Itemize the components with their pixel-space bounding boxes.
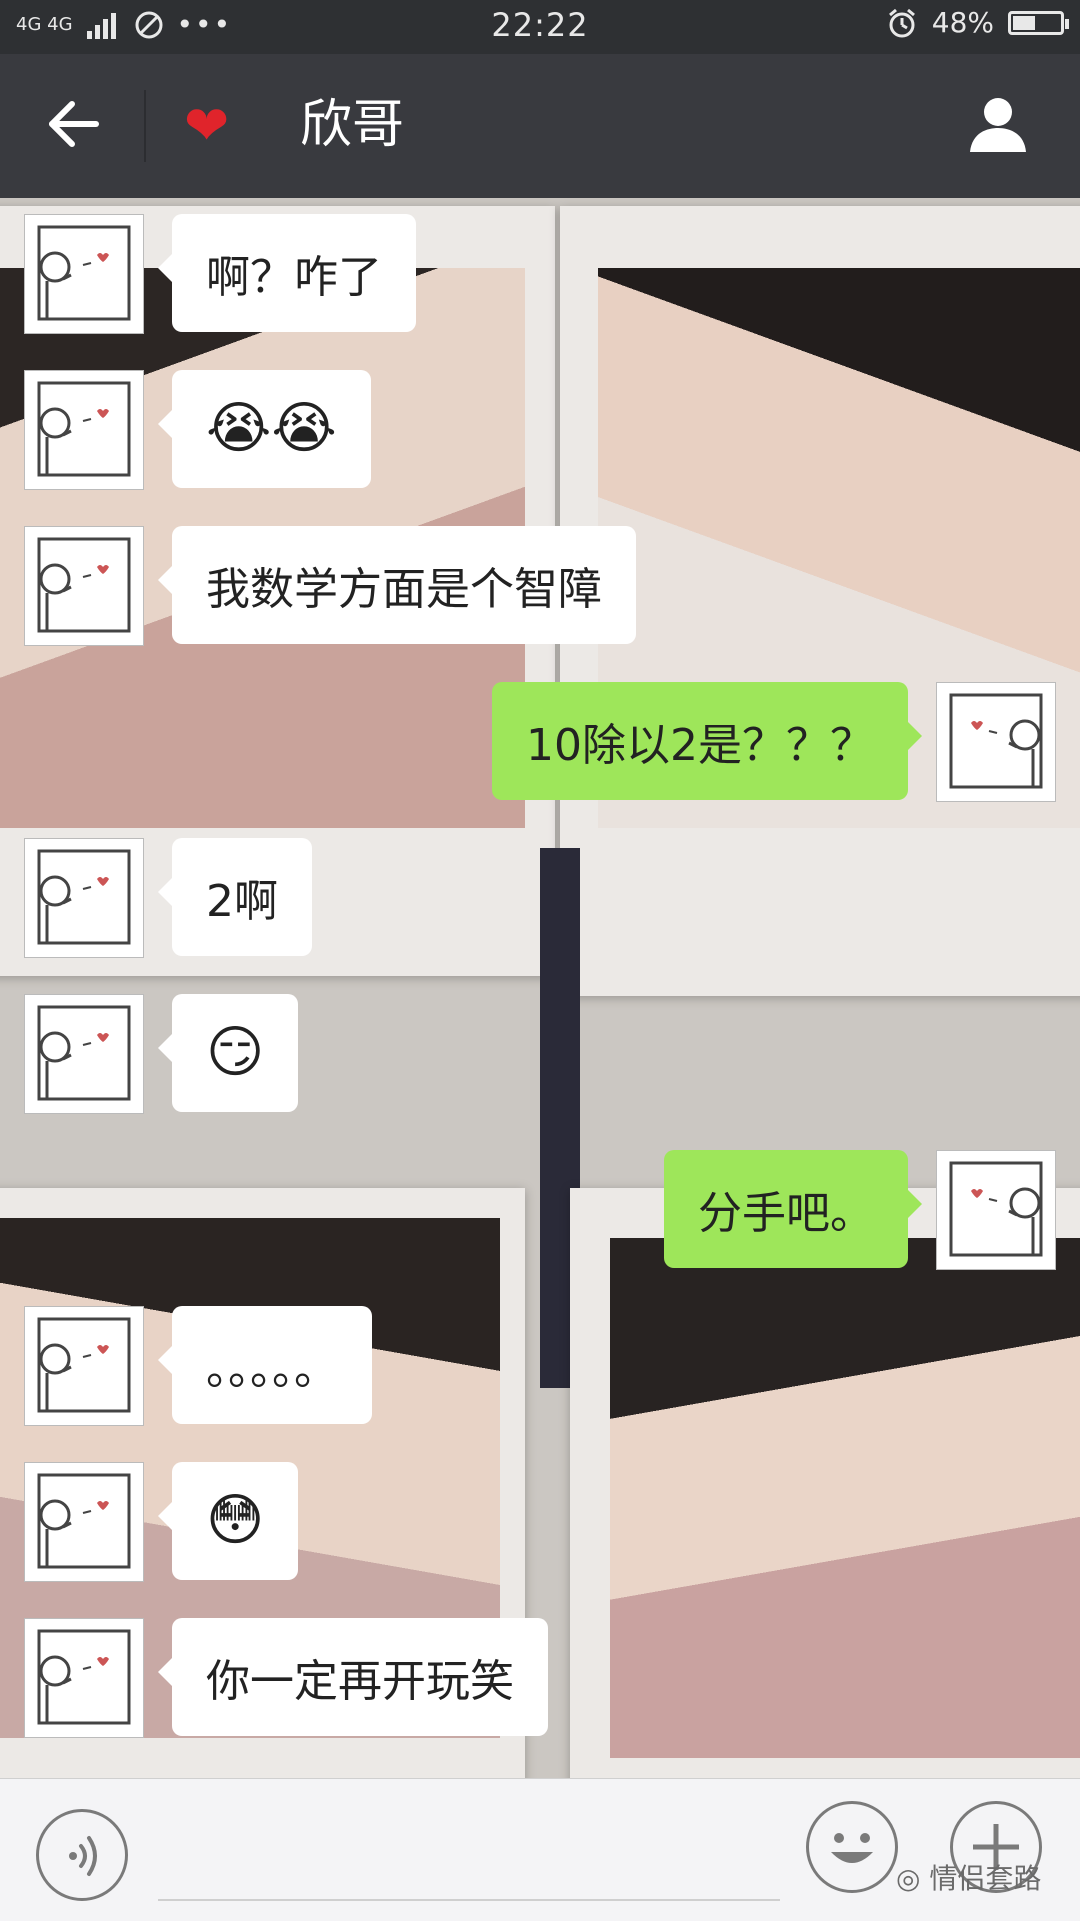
contact-info-button[interactable] (966, 92, 1030, 156)
back-button[interactable] (44, 94, 104, 154)
message-outgoing: 分手吧。 (664, 1150, 1056, 1270)
message-incoming: 😳 (24, 1462, 299, 1582)
status-bar: 4G 4G ••• 22:22 48% (0, 0, 1080, 54)
contact-avatar[interactable] (24, 370, 144, 490)
message-incoming: 😏 (24, 994, 299, 1114)
message-text: 你一定再开玩笑 (206, 1656, 514, 1707)
message-text: 10除以2是？？？ (526, 720, 874, 771)
doodle-avatar-icon (37, 849, 131, 945)
watermark: ◎ 情侣套路 (896, 1857, 1041, 1897)
message-emoji: 😳 (206, 1488, 265, 1553)
message-bubble[interactable]: 2啊 (158, 838, 312, 956)
message-bubble[interactable]: 😏 (157, 994, 299, 1112)
message-incoming: 。。。。。 (24, 1306, 372, 1426)
message-bubble[interactable]: 10除以2是？？？ (492, 682, 922, 800)
contact-avatar[interactable] (24, 994, 144, 1114)
doodle-avatar-icon (37, 225, 131, 321)
contact-avatar[interactable] (24, 1462, 144, 1582)
doodle-avatar-icon (37, 1317, 131, 1413)
heart-icon: ❤ (184, 94, 230, 157)
wallpaper-photo (610, 1238, 1080, 1758)
battery-fill (1013, 15, 1035, 30)
chat-title: 欣哥 (300, 95, 405, 155)
message-incoming: 你一定再开玩笑 (24, 1618, 548, 1738)
message-text: 分手吧。 (698, 1188, 874, 1239)
alarm-icon (888, 8, 915, 37)
battery-icon (1008, 10, 1069, 35)
voice-input-button[interactable] (36, 1809, 128, 1901)
message-incoming: 😭😭 (24, 370, 371, 490)
message-bubble[interactable]: 分手吧。 (664, 1150, 922, 1268)
contact-avatar[interactable] (24, 526, 144, 646)
chat-header: ❤ 欣哥 (0, 54, 1080, 198)
message-bubble[interactable]: 。。。。。 (158, 1306, 372, 1424)
person-icon (970, 98, 1026, 152)
contact-avatar[interactable] (24, 214, 144, 334)
message-text: 2啊 (206, 876, 278, 927)
doodle-avatar-icon (949, 693, 1043, 789)
message-emoji: 😏 (206, 1020, 265, 1085)
message-input[interactable] (158, 1899, 780, 1901)
message-text: 我数学方面是个智障 (206, 564, 602, 615)
message-bubble[interactable]: 你一定再开玩笑 (158, 1618, 548, 1736)
doodle-avatar-icon (37, 381, 131, 477)
message-bubble[interactable]: 😳 (157, 1462, 299, 1580)
chat-area[interactable]: 啊？咋了 😭😭 我数学方面是个智障 10除以2是？？？ 2啊 😏 分手吧。 。。… (0, 198, 1080, 1778)
emoji-button[interactable] (806, 1801, 898, 1893)
contact-avatar[interactable] (24, 1306, 144, 1426)
doodle-avatar-icon (949, 1161, 1043, 1257)
back-arrow-icon (49, 101, 99, 147)
contact-avatar[interactable] (24, 1618, 144, 1738)
battery-percent: 48% (931, 6, 994, 39)
message-bubble[interactable]: 😭😭 (158, 370, 371, 488)
header-divider (144, 90, 146, 162)
contact-avatar[interactable] (24, 838, 144, 958)
message-bubble[interactable]: 我数学方面是个智障 (158, 526, 636, 644)
voice-icon (69, 1836, 97, 1876)
message-text: 啊？咋了 (206, 252, 382, 303)
my-avatar[interactable] (936, 682, 1056, 802)
wechat-icon: ◎ (896, 1862, 921, 1895)
my-avatar[interactable] (936, 1150, 1056, 1270)
doodle-avatar-icon (37, 537, 131, 633)
message-incoming: 我数学方面是个智障 (24, 526, 636, 646)
message-incoming: 啊？咋了 (24, 214, 416, 334)
watermark-text: 情侣套路 (929, 1862, 1042, 1895)
doodle-avatar-icon (37, 1629, 131, 1725)
message-bubble[interactable]: 啊？咋了 (158, 214, 416, 332)
doodle-avatar-icon (37, 1473, 131, 1569)
message-emoji: 😭😭 (206, 396, 337, 461)
message-outgoing: 10除以2是？？？ (492, 682, 1056, 802)
doodle-avatar-icon (37, 1005, 131, 1101)
smiley-icon (831, 1833, 873, 1863)
message-incoming: 2啊 (24, 838, 312, 958)
message-text: 。。。。。 (206, 1344, 338, 1395)
status-right: 48% (886, 6, 1069, 39)
input-bar: ◎ 情侣套路 (0, 1778, 1080, 1921)
